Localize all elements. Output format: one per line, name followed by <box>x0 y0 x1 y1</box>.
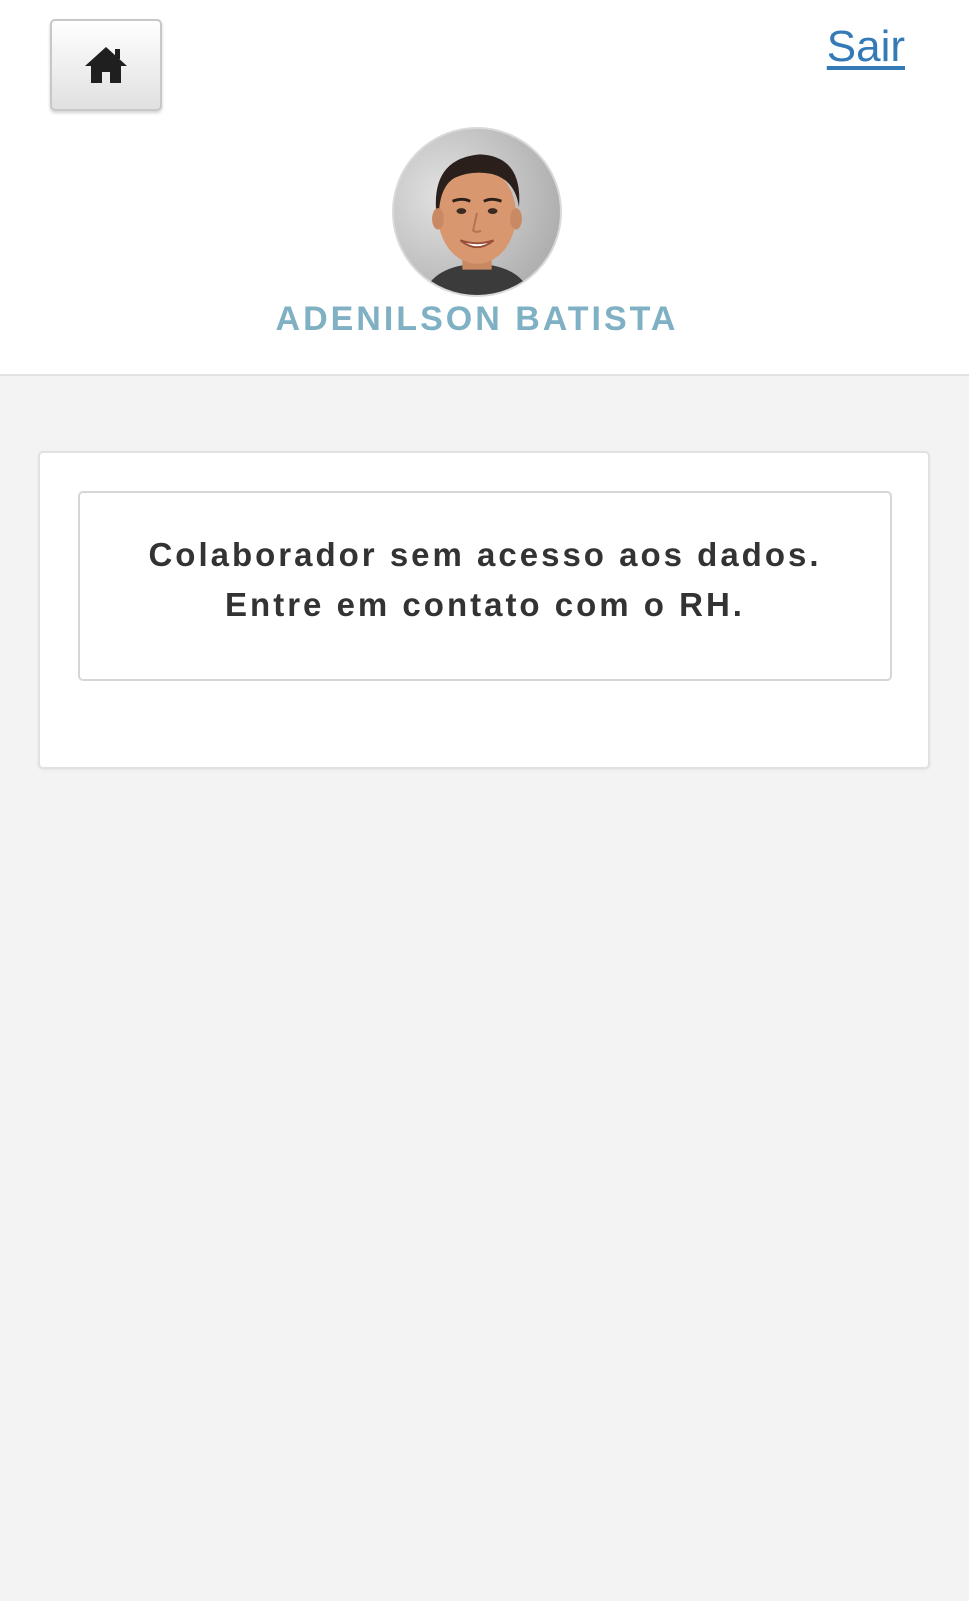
header: Sair ADENILSON BATISTA <box>0 0 969 376</box>
message-line-2: Entre em contato com o RH. <box>225 586 745 623</box>
home-icon <box>83 45 129 85</box>
user-name: ADENILSON BATISTA <box>275 300 679 338</box>
content-card: Colaborador sem acesso aos dados. Entre … <box>38 451 930 769</box>
message-box: Colaborador sem acesso aos dados. Entre … <box>78 491 892 681</box>
message-line-1: Colaborador sem acesso aos dados. <box>148 536 822 573</box>
home-button[interactable] <box>50 19 162 111</box>
avatar <box>392 127 562 297</box>
logout-link[interactable]: Sair <box>827 22 905 72</box>
